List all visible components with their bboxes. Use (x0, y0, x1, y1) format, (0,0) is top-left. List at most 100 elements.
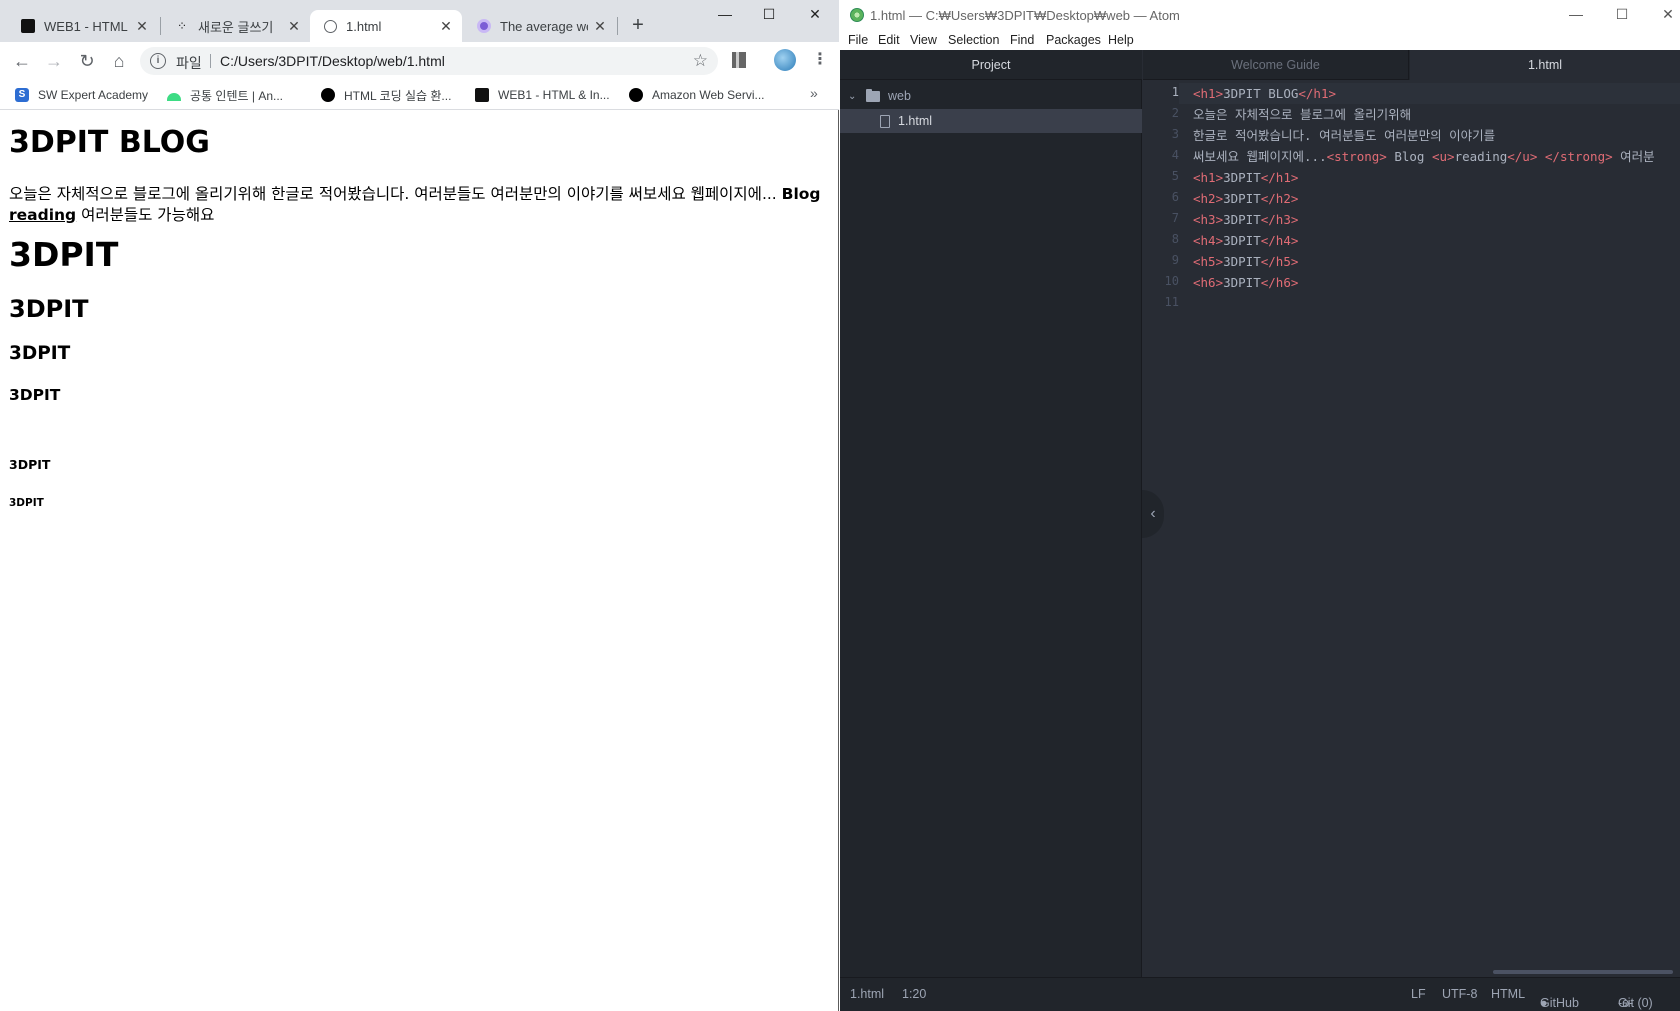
tab-web1[interactable]: WEB1 - HTML & ✕ (8, 10, 158, 42)
menu-edit[interactable]: Edit (878, 33, 900, 47)
new-tab-button[interactable]: + (628, 15, 648, 35)
desktop: WEB1 - HTML & ✕ ⁘ 새로운 글쓰기 ✕ 1.html ✕ The… (0, 0, 1680, 1011)
page-paragraph: 오늘은 자체적으로 블로그에 올리기위해 한글로 적어봤습니다. 여러분들도 여… (9, 185, 821, 224)
address-url[interactable]: C:/Users/3DPIT/Desktop/web/1.html (220, 53, 445, 69)
status-file-name[interactable]: 1.html (850, 987, 884, 1001)
forward-button[interactable]: → (43, 50, 65, 72)
browser-toolbar: ← → ↻ ⌂ i 파일 C:/Users/3DPIT/Desktop/web/… (0, 42, 839, 80)
close-tab-icon[interactable]: ✕ (438, 18, 454, 34)
tab-1-html[interactable]: 1.html (1410, 50, 1680, 80)
bookmark-html-practice[interactable]: HTML 코딩 실습 환... (320, 86, 451, 104)
globe-icon (322, 18, 338, 34)
tab-separator (160, 17, 161, 35)
circle-logo-icon (476, 18, 492, 34)
code-line-7: <h3>3DPIT</h3> (1193, 212, 1299, 227)
tree-file-1-html[interactable]: 1.html (840, 109, 1142, 133)
write-icon: ⁘ (176, 19, 188, 33)
atom-window-title: 1.html — C:₩Users₩3DPIT₩Desktop₩web — At… (870, 8, 1180, 23)
extension-icon[interactable] (732, 52, 746, 68)
code-line-6: <h2>3DPIT</h2> (1193, 191, 1299, 206)
tab-welcome-guide[interactable]: Welcome Guide (1143, 50, 1409, 80)
profile-avatar-icon[interactable] (774, 49, 796, 71)
editor-tab-bar: Welcome Guide 1.html (1143, 50, 1680, 80)
atom-window: 1.html — C:₩Users₩3DPIT₩Desktop₩web — At… (840, 0, 1680, 1011)
close-tab-icon[interactable]: ✕ (286, 18, 302, 34)
line-number: 7 (1171, 211, 1179, 225)
menu-selection[interactable]: Selection (948, 33, 999, 47)
strong-text: Blog (781, 185, 821, 203)
code-line-2: 오늘은 자체적으로 블로그에 올리기위해 (1193, 107, 1412, 122)
code-line-8: <h4>3DPIT</h4> (1193, 233, 1299, 248)
info-icon[interactable]: i (150, 53, 166, 69)
heading-h5: 3DPIT (9, 457, 51, 472)
tab-average[interactable]: The average we ✕ (464, 10, 616, 42)
code-editor[interactable]: 1 2 3 4 5 6 7 8 9 10 11 <h1>3DPIT BLOG</… (1143, 80, 1680, 977)
reload-button[interactable]: ↻ (76, 50, 98, 72)
line-number: 5 (1171, 169, 1179, 183)
page-heading-blog: 3DPIT BLOG (9, 125, 210, 160)
maximize-button[interactable]: ☐ (755, 4, 783, 24)
line-number: 8 (1171, 232, 1179, 246)
project-tree: Project ⌄ web 1.html (840, 50, 1142, 977)
bookmark-web1[interactable]: WEB1 - HTML & In... (474, 86, 610, 104)
status-encoding[interactable]: UTF-8 (1442, 987, 1477, 1001)
bookmarks-bar: S SW Expert Academy 공통 인텐트 | An... HTML … (0, 80, 839, 110)
line-number: 6 (1171, 190, 1179, 204)
code-line-5: <h1>3DPIT</h1> (1193, 170, 1299, 185)
line-number: 10 (1164, 274, 1179, 288)
project-header: Project (840, 50, 1142, 80)
horizontal-scrollbar[interactable] (1493, 970, 1673, 974)
close-tab-icon[interactable]: ✕ (592, 18, 608, 34)
line-number: 2 (1171, 106, 1179, 120)
minimize-button[interactable]: — (711, 4, 739, 24)
code-line-9: <h5>3DPIT</h5> (1193, 254, 1299, 269)
bookmark-star-icon[interactable]: ☆ (693, 51, 708, 71)
home-button[interactable]: ⌂ (108, 50, 130, 72)
atom-titlebar: 1.html — C:₩Users₩3DPIT₩Desktop₩web — At… (840, 0, 1680, 30)
address-divider (210, 54, 211, 68)
heading-h1: 3DPIT (9, 235, 119, 274)
tree-folder-web[interactable]: ⌄ web (840, 84, 1142, 108)
bookmark-android-intent[interactable]: 공통 인텐트 | An... (166, 86, 283, 104)
opentutorials-icon (20, 18, 36, 34)
menu-packages[interactable]: Packages (1046, 33, 1101, 47)
status-grammar[interactable]: HTML (1491, 987, 1525, 1001)
menu-file[interactable]: File (848, 33, 868, 47)
line-number: 9 (1171, 253, 1179, 267)
back-button[interactable]: ← (11, 50, 33, 72)
code-line-10: <h6>3DPIT</h6> (1193, 275, 1299, 290)
close-tab-icon[interactable]: ✕ (134, 18, 150, 34)
menu-help[interactable]: Help (1108, 33, 1134, 47)
bookmark-aws[interactable]: Amazon Web Servi... (628, 86, 765, 104)
menu-view[interactable]: View (910, 33, 937, 47)
address-scheme: 파일 (176, 55, 202, 71)
bookmark-sw-expert[interactable]: S SW Expert Academy (14, 86, 148, 104)
status-bar: 1.html 1:20 LF UTF-8 HTML ● GitHub -o- G… (840, 977, 1680, 1011)
close-window-button[interactable]: ✕ (801, 4, 829, 24)
folder-icon (866, 88, 880, 102)
tab-1-html[interactable]: 1.html ✕ (310, 10, 462, 42)
heading-h6: 3DPIT (9, 497, 44, 509)
underlined-text: reading (9, 206, 77, 224)
maximize-button[interactable]: ☐ (1610, 6, 1634, 23)
tab-strip: WEB1 - HTML & ✕ ⁘ 새로운 글쓰기 ✕ 1.html ✕ The… (0, 0, 839, 42)
chrome-menu-icon[interactable]: ⋮ (812, 51, 828, 69)
heading-h2: 3DPIT (9, 295, 89, 323)
black-circle-icon (320, 87, 336, 103)
status-line-ending[interactable]: LF (1411, 987, 1426, 1001)
code-line-4: 써보세요 웹페이지에...<strong> Blog <u>reading</u… (1193, 149, 1655, 164)
status-cursor-position[interactable]: 1:20 (902, 987, 926, 1001)
address-bar[interactable]: i 파일 C:/Users/3DPIT/Desktop/web/1.html ☆ (140, 47, 718, 75)
tab-new-post[interactable]: ⁘ 새로운 글쓰기 ✕ (162, 10, 310, 42)
page-content: 3DPIT BLOG 오늘은 자체적으로 블로그에 올리기위해 한글로 적어봤습… (0, 111, 838, 1011)
atom-menubar: File Edit View Selection Find Packages H… (840, 30, 1680, 50)
menu-find[interactable]: Find (1010, 33, 1034, 47)
minimize-button[interactable]: — (1564, 6, 1588, 22)
black-circle-icon (628, 87, 644, 103)
tab-separator (617, 17, 618, 35)
swea-icon: S (14, 87, 30, 103)
close-window-button[interactable]: ✕ (1656, 6, 1680, 23)
line-number: 4 (1171, 148, 1179, 162)
heading-h4: 3DPIT (9, 386, 61, 404)
bookmarks-overflow-icon[interactable]: » (810, 85, 818, 101)
